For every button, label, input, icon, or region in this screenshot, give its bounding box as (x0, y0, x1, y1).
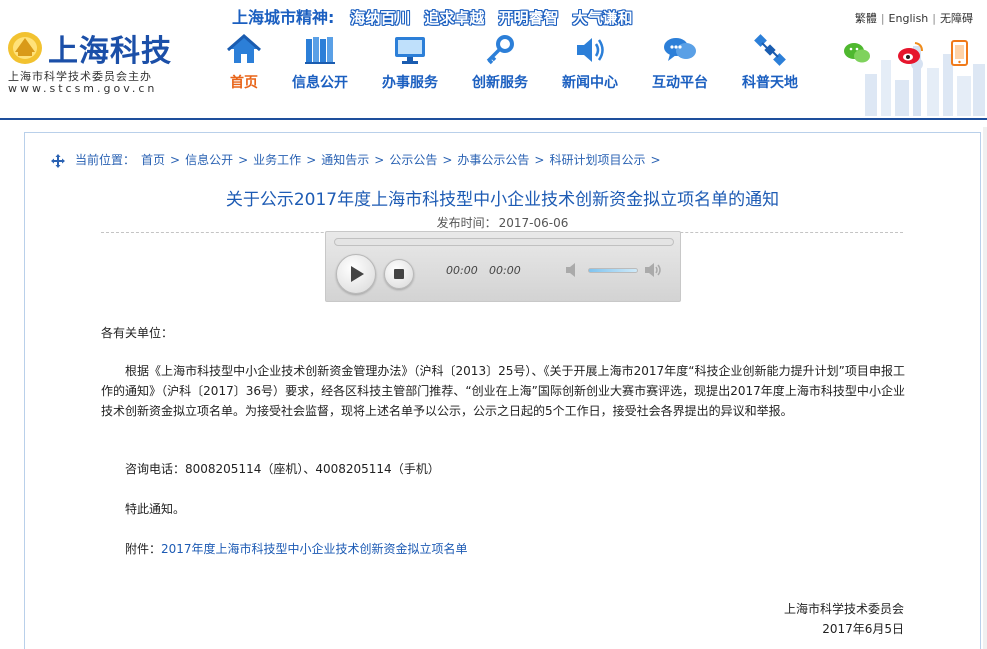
accessibility-link[interactable]: 无障碍 (940, 12, 973, 25)
satellite-icon (754, 34, 786, 66)
traditional-chinese-link[interactable]: 繁體 (855, 12, 877, 25)
monitor-icon (395, 37, 425, 64)
nav-item-info-disclosure[interactable]: 信息公开 (276, 32, 364, 98)
emblem-icon (8, 32, 42, 64)
breadcrumb-separator: > (442, 153, 453, 167)
slogan-word: 海纳百川 (350, 9, 411, 27)
chat-bubbles-icon (664, 38, 696, 61)
slogan-lead: 上海城市精神: (232, 8, 335, 27)
breadcrumb-business[interactable]: 业务工作 (253, 153, 301, 167)
books-icon (305, 37, 335, 64)
site-logo[interactable]: 上海科技 上海市科学技术委员会主办 www.stcsm.gov.cn (4, 28, 194, 98)
mobile-icon[interactable] (945, 38, 975, 68)
article-panel: 当前位置： 首页 > 信息公开 > 业务工作 > 通知告示 > 公示公告 > 办事公示公告 > 科研计划项… (24, 132, 981, 649)
breadcrumb-service-announcements[interactable]: 办事公示公告 (457, 153, 529, 167)
attachment-link[interactable]: 2017年度上海市科技型中小企业技术创新资金拟立项名单 (161, 542, 468, 556)
city-slogan: 上海城市精神: 海纳百川 追求卓越 开明睿智 大气谦和 (232, 4, 646, 28)
separator: | (880, 12, 885, 25)
breadcrumb-separator: > (374, 153, 385, 167)
wechat-icon[interactable] (842, 38, 872, 68)
volume-slider[interactable] (588, 268, 638, 273)
nav-label: 互动平台 (652, 75, 708, 91)
breadcrumb-info-disclosure[interactable]: 信息公开 (185, 153, 233, 167)
english-link[interactable]: English (889, 12, 929, 25)
breadcrumb-notices[interactable]: 通知告示 (321, 153, 369, 167)
slogan-word: 开明睿智 (498, 9, 559, 27)
stop-button[interactable] (384, 259, 414, 289)
breadcrumb-separator: > (238, 153, 249, 167)
speaker-icon (577, 38, 604, 62)
breadcrumb-separator: > (170, 153, 181, 167)
nav-item-news[interactable]: 新闻中心 (546, 32, 634, 98)
breadcrumb-separator: > (306, 153, 317, 167)
nav-item-services[interactable]: 办事服务 (366, 32, 454, 98)
breadcrumb: 当前位置： 首页 > 信息公开 > 业务工作 > 通知告示 > 公示公告 > 办事公示公告 > 科研计划项… (51, 151, 666, 169)
play-button[interactable] (336, 254, 376, 294)
stop-icon (394, 269, 404, 279)
key-icon (486, 35, 514, 65)
slogan-word: 大气谦和 (572, 9, 633, 27)
article-paragraph: 根据《上海市科技型中小企业技术创新资金管理办法》（沪科〔2013〕25号）、《关… (101, 364, 905, 418)
salutation: 各有关单位： (101, 326, 174, 340)
separator: | (932, 12, 936, 25)
weibo-icon[interactable] (895, 38, 925, 68)
home-icon (227, 34, 261, 63)
duration: 00:00 (489, 264, 521, 277)
nav-label: 首页 (230, 75, 258, 91)
publish-date-value: 2017-06-06 (498, 216, 569, 230)
signature-org: 上海市科学技术委员会 (783, 602, 904, 616)
attachment-label: 附件： (125, 542, 162, 556)
signature-date: 2017年6月5日 (822, 622, 904, 636)
audio-player: 00:00 00:00 (325, 231, 681, 302)
nav-item-innovation[interactable]: 创新服务 (456, 32, 544, 98)
publish-date-label: 发布时间： (436, 216, 497, 230)
nav-label: 办事服务 (382, 75, 438, 91)
breadcrumb-announcements[interactable]: 公示公告 (389, 153, 437, 167)
audio-progress-bar[interactable] (334, 238, 674, 246)
mute-icon[interactable] (564, 262, 582, 278)
closing-notice: 特此通知。 (125, 502, 186, 516)
breadcrumb-separator: > (534, 153, 545, 167)
nav-label: 信息公开 (292, 75, 348, 91)
article-title: 关于公示2017年度上海市科技型中小企业技术创新资金拟立项名单的通知 (225, 190, 780, 210)
breadcrumb-lead: 当前位置： (75, 153, 136, 167)
volume-max-icon[interactable] (644, 262, 662, 278)
logo-url: www.stcsm.gov.cn (8, 82, 158, 95)
nav-item-science[interactable]: 科普天地 (726, 32, 814, 98)
breadcrumb-home[interactable]: 首页 (141, 153, 165, 167)
slogan-word: 追求卓越 (424, 9, 485, 27)
signature: 上海市科学技术委员会 2017年6月5日 (784, 599, 904, 639)
play-icon (351, 266, 364, 282)
nav-item-interaction[interactable]: 互动平台 (636, 32, 724, 98)
site-header: 上海科技 上海市科学技术委员会主办 www.stcsm.gov.cn 上海城市精… (0, 0, 987, 120)
header-divider-bar (0, 118, 987, 120)
nav-item-home[interactable]: 首页 (200, 32, 288, 98)
nav-label: 创新服务 (472, 75, 528, 91)
publish-date: 发布时间： 2017-06-06 (25, 214, 980, 231)
utility-links: 繁體 | English | 无障碍 (855, 10, 973, 26)
scrollbar[interactable] (983, 127, 987, 649)
move-arrows-icon (51, 153, 65, 168)
nav-label: 科普天地 (742, 75, 798, 91)
breadcrumb-research-projects[interactable]: 科研计划项目公示 (549, 153, 645, 167)
contact-phone: 咨询电话：8008205114（座机）、4008205114（手机） (125, 462, 440, 476)
nav-label: 新闻中心 (562, 75, 618, 91)
attachment: 附件：2017年度上海市科技型中小企业技术创新资金拟立项名单 (125, 539, 929, 559)
breadcrumb-separator: > (650, 153, 661, 167)
current-time: 00:00 (446, 264, 478, 277)
logo-title: 上海科技 (48, 34, 172, 69)
